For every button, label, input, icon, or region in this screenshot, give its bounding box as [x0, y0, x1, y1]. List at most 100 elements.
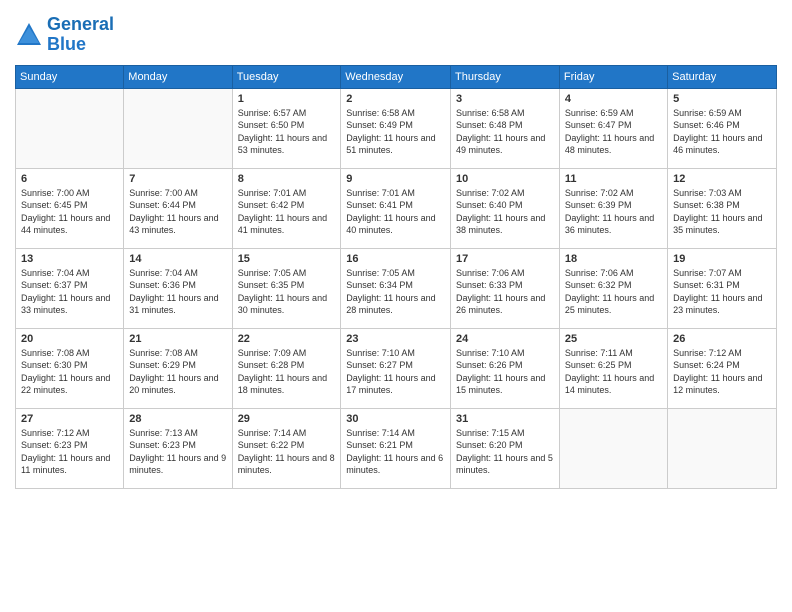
logo-icon	[15, 21, 43, 49]
cell-line: Sunset: 6:27 PM	[346, 360, 413, 370]
cell-line: Sunrise: 6:58 AM	[346, 108, 415, 118]
calendar-cell: 14 Sunrise: 7:04 AMSunset: 6:36 PMDayligh…	[124, 248, 232, 328]
day-number: 23	[346, 333, 445, 345]
cell-line: Sunset: 6:49 PM	[346, 120, 413, 130]
col-header-friday: Friday	[559, 65, 667, 88]
calendar-cell: 15Sunrise: 7:05 AMSunset: 6:35 PMDayligh…	[232, 248, 341, 328]
day-number: 14	[129, 253, 226, 265]
cell-content: Sunrise: 7:07 AMSunset: 6:31 PMDaylight:…	[673, 267, 771, 317]
calendar-cell: 16Sunrise: 7:05 AMSunset: 6:34 PMDayligh…	[341, 248, 451, 328]
cell-line: Sunrise: 7:12 AM	[21, 428, 90, 438]
cell-line: Sunset: 6:38 PM	[673, 200, 740, 210]
day-number: 10	[456, 173, 554, 185]
cell-line: Sunset: 6:48 PM	[456, 120, 523, 130]
cell-line: Sunset: 6:39 PM	[565, 200, 632, 210]
cell-line: Sunset: 6:40 PM	[456, 200, 523, 210]
cell-line: Daylight: 11 hours and 46 minutes.	[673, 133, 762, 156]
col-header-sunday: Sunday	[16, 65, 124, 88]
cell-line: Sunrise: 7:03 AM	[673, 188, 742, 198]
day-number: 7	[129, 173, 226, 185]
calendar-cell: 24Sunrise: 7:10 AMSunset: 6:26 PMDayligh…	[451, 328, 560, 408]
calendar-cell: 9 Sunrise: 7:01 AM Sunset: 6:41 PM Daylight…	[341, 168, 451, 248]
cell-content: Sunrise: 7:13 AMSunset: 6:23 PMDaylight:…	[129, 427, 226, 477]
cell-line: Sunset: 6:32 PM	[565, 280, 632, 290]
cell-content: Sunrise: 7:00 AMSunset: 6:44 PMDaylight:…	[129, 187, 226, 237]
cell-content: Sunrise: 7:04 AMSunset: 6:36 PMDaylight:…	[129, 267, 226, 317]
cell-line: Daylight: 11 hours and 11 minutes.	[21, 453, 110, 476]
cell-line: Daylight: 11 hours and 30 minutes.	[238, 293, 327, 316]
cell-line: Sunrise: 7:10 AM	[346, 348, 415, 358]
calendar-cell: 5Sunrise: 6:59 AMSunset: 6:46 PMDaylight…	[668, 88, 777, 168]
calendar-cell: 8Sunrise: 7:01 AMSunset: 6:42 PMDaylight…	[232, 168, 341, 248]
week-row-3: 20Sunrise: 7:08 AMSunset: 6:30 PMDayligh…	[16, 328, 777, 408]
cell-line: Daylight: 11 hours and 26 minutes.	[456, 293, 545, 316]
logo: General Blue	[15, 15, 114, 55]
calendar-cell: 3Sunrise: 6:58 AMSunset: 6:48 PMDaylight…	[451, 88, 560, 168]
day-number: 12	[673, 173, 771, 185]
cell-line: Sunrise: 7:01 AM	[238, 188, 307, 198]
cell-line: Sunrise: 7:02 AM	[565, 188, 634, 198]
cell-content: Sunrise: 7:02 AMSunset: 6:40 PMDaylight:…	[456, 187, 554, 237]
cell-line: Sunset: 6:47 PM	[565, 120, 632, 130]
day-number: 26	[673, 333, 771, 345]
cell-content: Sunrise: 7:09 AMSunset: 6:28 PMDaylight:…	[238, 347, 336, 397]
day-number: 15	[238, 253, 336, 265]
cell-content: Sunrise: 7:11 AMSunset: 6:25 PMDaylight:…	[565, 347, 662, 397]
col-header-thursday: Thursday	[451, 65, 560, 88]
cell-line: Sunset: 6:50 PM	[238, 120, 305, 130]
cell-line: Sunset: 6:28 PM	[238, 360, 305, 370]
cell-line: Sunrise: 7:00 AM	[21, 188, 90, 198]
cell-line: Sunset: 6:29 PM	[129, 360, 196, 370]
day-number: 27	[21, 413, 118, 425]
cell-line: Sunset: 6:41 PM	[346, 200, 413, 210]
cell-content: Sunrise: 7:08 AMSunset: 6:30 PMDaylight:…	[21, 347, 118, 397]
day-number: 21	[129, 333, 226, 345]
day-number: 16	[346, 253, 445, 265]
calendar-cell: 21Sunrise: 7:08 AMSunset: 6:29 PMDayligh…	[124, 328, 232, 408]
cell-content: Sunrise: 7:12 AMSunset: 6:24 PMDaylight:…	[673, 347, 771, 397]
cell-line: Sunrise: 6:57 AM	[238, 108, 307, 118]
cell-line: Daylight: 11 hours and 43 minutes.	[129, 213, 218, 236]
cell-line: Sunset: 6:31 PM	[673, 280, 740, 290]
cell-line: Sunrise: 7:08 AM	[129, 348, 198, 358]
cell-line: Sunrise: 7:07 AM	[673, 268, 742, 278]
calendar-cell	[16, 88, 124, 168]
cell-line: Daylight: 11 hours and 25 minutes.	[565, 293, 654, 316]
day-number: 18	[565, 253, 662, 265]
cell-line: Sunset: 6:35 PM	[238, 280, 305, 290]
cell-line: Daylight: 11 hours and 31 minutes.	[129, 293, 218, 316]
cell-line: Sunrise: 7:01 AM	[346, 188, 415, 198]
cell-content: Sunrise: 7:00 AMSunset: 6:45 PMDaylight:…	[21, 187, 118, 237]
calendar-cell: 28Sunrise: 7:13 AMSunset: 6:23 PMDayligh…	[124, 408, 232, 488]
cell-content: Sunrise: 6:59 AMSunset: 6:46 PMDaylight:…	[673, 107, 771, 157]
calendar-table: SundayMondayTuesdayWednesdayThursdayFrid…	[15, 65, 777, 489]
cell-content: Sunrise: 7:01 AMSunset: 6:42 PMDaylight:…	[238, 187, 336, 237]
cell-line: Sunset: 6:20 PM	[456, 440, 523, 450]
day-number: 31	[456, 413, 554, 425]
calendar-cell: 17Sunrise: 7:06 AMSunset: 6:33 PMDayligh…	[451, 248, 560, 328]
calendar-cell	[124, 88, 232, 168]
day-number: 19	[673, 253, 771, 265]
calendar-cell: 7 Sunrise: 7:00 AMSunset: 6:44 PMDaylight…	[124, 168, 232, 248]
calendar-cell: 10 Sunrise: 7:02 AMSunset: 6:40 PMDayligh…	[451, 168, 560, 248]
cell-line: Sunset: 6:30 PM	[21, 360, 88, 370]
cell-line: Daylight: 11 hours and 33 minutes.	[21, 293, 110, 316]
cell-line: Daylight: 11 hours and 22 minutes.	[21, 373, 110, 396]
cell-line: Sunrise: 7:00 AM	[129, 188, 198, 198]
day-number: 30	[346, 413, 445, 425]
cell-line: Sunrise: 7:06 AM	[565, 268, 634, 278]
cell-line: Sunset: 6:46 PM	[673, 120, 740, 130]
col-header-monday: Monday	[124, 65, 232, 88]
day-number: 9	[346, 173, 445, 185]
cell-content: Sunrise: 7:06 AM Sunset: 6:32 PM Daylight:…	[565, 267, 662, 317]
cell-line: Daylight: 11 hours and 53 minutes.	[238, 133, 327, 156]
day-number: 4	[565, 93, 662, 105]
cell-line: Sunrise: 7:06 AM	[456, 268, 525, 278]
cell-content: Sunrise: 6:57 AM Sunset: 6:50 PM Daylight:…	[238, 107, 336, 157]
calendar-cell: 4Sunrise: 6:59 AMSunset: 6:47 PMDaylight…	[559, 88, 667, 168]
cell-line: Sunrise: 7:13 AM	[129, 428, 198, 438]
day-number: 17	[456, 253, 554, 265]
cell-line: Daylight: 11 hours and 40 minutes.	[346, 213, 435, 236]
cell-line: Daylight: 11 hours and 38 minutes.	[456, 213, 545, 236]
header: General Blue	[15, 15, 777, 55]
